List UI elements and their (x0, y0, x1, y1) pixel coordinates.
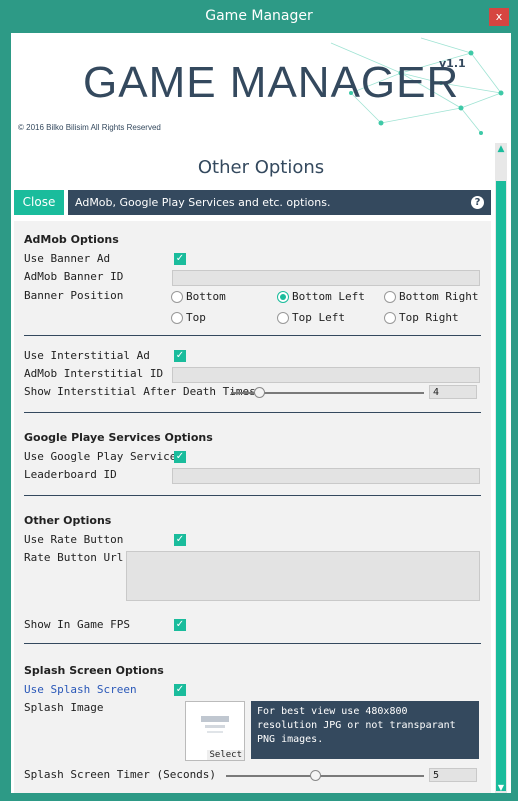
description-bar: AdMob, Google Play Services and etc. opt… (68, 190, 491, 215)
interstitial-id-label: AdMob Interstitial ID (24, 367, 164, 380)
radio-bottom-label: Bottom (186, 290, 226, 303)
game-manager-window: Game Manager x GAME MANAGER v1.1 © 2016 … (0, 0, 518, 801)
radio-top-left-label: Top Left (292, 311, 345, 324)
radio-top-label: Top (186, 311, 206, 324)
leaderboard-label: Leaderboard ID (24, 468, 117, 481)
scroll-up-icon[interactable]: ▲ (496, 143, 506, 155)
use-interstitial-label: Use Interstitial Ad (24, 349, 150, 362)
use-interstitial-checkbox[interactable]: ✓ (174, 350, 186, 362)
use-splash-checkbox[interactable]: ✓ (174, 684, 186, 696)
radio-bottom-right[interactable] (384, 291, 396, 303)
scroll-down-icon[interactable]: ▼ (496, 783, 506, 793)
google-play-header: Google Playe Services Options (24, 431, 213, 444)
banner-id-label: AdMob Banner ID (24, 270, 124, 283)
radio-top-right[interactable] (384, 312, 396, 324)
show-fps-label: Show In Game FPS (24, 618, 130, 631)
description-text: AdMob, Google Play Services and etc. opt… (75, 196, 331, 209)
banner-title: GAME MANAGER (83, 58, 460, 107)
show-after-slider-handle[interactable] (254, 387, 265, 398)
interstitial-id-field[interactable] (172, 367, 480, 383)
use-splash-label: Use Splash Screen (24, 683, 137, 696)
rate-url-textarea[interactable] (126, 551, 480, 601)
show-fps-checkbox[interactable]: ✓ (174, 619, 186, 631)
radio-bottom-right-label: Bottom Right (399, 290, 479, 303)
splash-timer-slider-track[interactable] (226, 775, 424, 777)
banner-id-field[interactable] (172, 270, 480, 286)
use-rate-checkbox[interactable]: ✓ (174, 534, 186, 546)
show-after-label: Show Interstitial After Death Times (24, 385, 256, 398)
radio-top-right-label: Top Right (399, 311, 459, 324)
version-label: v1.1 (439, 57, 466, 70)
use-google-play-label: Use Google Play Services (24, 450, 183, 463)
use-google-play-checkbox[interactable]: ✓ (174, 451, 186, 463)
radio-bottom-left-label: Bottom Left (292, 290, 365, 303)
help-icon[interactable]: ? (471, 196, 484, 209)
scrollbar-thumb[interactable] (496, 181, 506, 791)
divider (24, 412, 481, 413)
splash-timer-slider-handle[interactable] (310, 770, 321, 781)
use-rate-label: Use Rate Button (24, 533, 124, 546)
other-options-header: Other Options (24, 514, 112, 527)
splash-tip: For best view use 480x800 resolution JPG… (251, 701, 479, 759)
splash-header: Splash Screen Options (24, 664, 164, 677)
radio-bottom[interactable] (171, 291, 183, 303)
divider (24, 643, 481, 644)
page-title: Other Options (197, 157, 325, 178)
radio-bottom-left[interactable] (277, 291, 289, 303)
select-button[interactable]: Select (207, 750, 244, 760)
radio-top-left[interactable] (277, 312, 289, 324)
radio-top[interactable] (171, 312, 183, 324)
splash-timer-value[interactable]: 5 (429, 768, 477, 782)
splash-timer-label: Splash Screen Timer (Seconds) (24, 768, 217, 781)
window-close-button[interactable]: x (489, 8, 509, 26)
rate-url-label: Rate Button Url (24, 551, 124, 564)
admob-header: AdMob Options (24, 233, 119, 246)
divider (24, 495, 481, 496)
options-panel: AdMob Options Use Banner Ad ✓ AdMob Bann… (14, 221, 491, 793)
content-area: GAME MANAGER v1.1 © 2016 Bilko Bilisim A… (11, 33, 511, 793)
title-bar: Game Manager x (1, 1, 517, 33)
leaderboard-field[interactable] (172, 468, 480, 484)
divider (24, 335, 481, 336)
use-banner-label: Use Banner Ad (24, 252, 111, 265)
splash-image-label: Splash Image (24, 701, 104, 714)
banner: GAME MANAGER v1.1 © 2016 Bilko Bilisim A… (11, 33, 511, 143)
copyright-text: © 2016 Bilko Bilisim All Rights Reserved (18, 123, 161, 132)
banner-position-label: Banner Position (24, 289, 124, 302)
splash-thumbnail-icon (201, 716, 229, 733)
window-title: Game Manager (205, 8, 313, 24)
close-button[interactable]: Close (14, 190, 64, 215)
show-after-value[interactable]: 4 (429, 385, 477, 399)
use-banner-checkbox[interactable]: ✓ (174, 253, 186, 265)
splash-image-field[interactable]: Select (185, 701, 245, 761)
